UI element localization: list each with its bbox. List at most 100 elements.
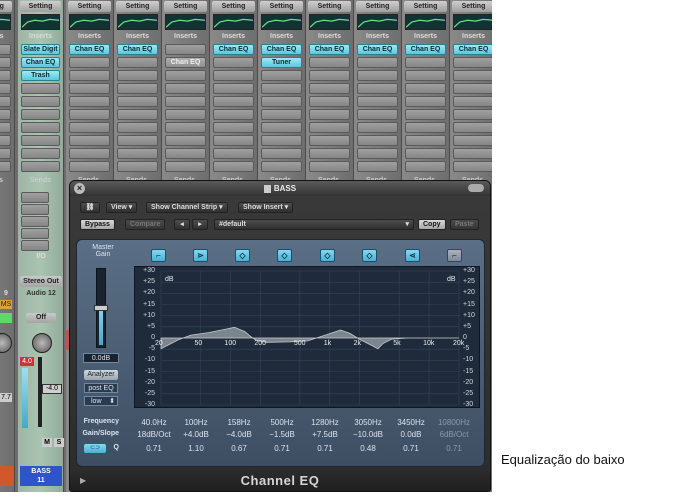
eq-thumbnail[interactable] [165,14,206,30]
insert-slot[interactable]: Trash [21,70,60,81]
insert-slot[interactable] [309,57,350,68]
insert-slot[interactable]: Tuner [261,57,302,68]
band-q[interactable]: 0.67 [219,444,259,453]
setting-button[interactable]: Setting [452,1,492,12]
band-frequency[interactable]: 500Hz [262,418,302,427]
insert-slot[interactable] [261,148,302,159]
insert-slot[interactable] [453,135,492,146]
setting-button[interactable]: Setting [212,1,255,12]
insert-slot[interactable] [405,109,446,120]
insert-slot[interactable] [309,161,350,172]
insert-slot[interactable]: Chan EQ [213,44,254,55]
band-4-toggle-icon[interactable]: ◇ [277,249,292,262]
insert-slot[interactable] [357,70,398,81]
setting-button[interactable]: Setting [356,1,399,12]
insert-slot[interactable] [405,122,446,133]
insert-slot[interactable] [357,122,398,133]
band-8-toggle-icon[interactable]: ⌐ [447,249,462,262]
insert-slot[interactable] [165,135,206,146]
eq-thumbnail[interactable] [453,14,492,30]
insert-slot[interactable] [213,96,254,107]
insert-slot[interactable] [69,83,110,94]
insert-slot[interactable] [0,122,11,133]
insert-slot[interactable] [261,96,302,107]
setting-button[interactable]: Setting [68,1,111,12]
eq-thumbnail[interactable] [261,14,302,30]
insert-slot[interactable] [261,70,302,81]
band-6-toggle-icon[interactable]: ◇ [362,249,377,262]
insert-slot[interactable] [117,96,158,107]
insert-slot[interactable]: Chan EQ [261,44,302,55]
insert-slot[interactable] [405,83,446,94]
band-frequency[interactable]: 158Hz [219,418,259,427]
next-preset-icon[interactable]: ▸ [192,219,208,230]
insert-slot[interactable] [357,96,398,107]
band-gain[interactable]: −1.5dB [262,430,302,439]
insert-slot[interactable] [309,135,350,146]
eq-thumbnail[interactable] [117,14,158,30]
link-icon[interactable]: ⛓ [80,202,100,213]
insert-slot[interactable] [309,148,350,159]
plugin-title-bar[interactable]: × BASS [70,181,490,196]
track-name[interactable]: BASS 11 [20,466,62,486]
insert-slot[interactable]: Chan EQ [453,44,492,55]
send-slot[interactable] [21,192,49,203]
output-selector[interactable]: Stereo Out [20,276,62,287]
insert-slot[interactable] [261,122,302,133]
insert-slot[interactable] [117,161,158,172]
eq-thumbnail[interactable] [357,14,398,30]
band-frequency[interactable]: 10800Hz [434,418,474,427]
band-gain[interactable]: −4.0dB [219,430,259,439]
insert-slot[interactable] [357,148,398,159]
copy-button[interactable]: Copy [418,219,446,230]
insert-slot[interactable]: Chan EQ [21,57,60,68]
automation-mode[interactable]: Off [26,313,56,323]
band-7-toggle-icon[interactable]: ⋖ [405,249,420,262]
insert-slot[interactable] [453,109,492,120]
insert-slot[interactable] [261,83,302,94]
post-eq-button[interactable]: post EQ [84,383,118,393]
insert-slot[interactable] [0,161,11,172]
insert-slot[interactable] [309,83,350,94]
insert-slot[interactable]: Chan EQ [165,57,206,68]
insert-slot[interactable] [69,122,110,133]
insert-slot[interactable] [357,135,398,146]
bypass-button[interactable]: Bypass [80,219,115,230]
insert-slot[interactable] [357,57,398,68]
insert-slot[interactable] [309,109,350,120]
insert-slot[interactable] [69,96,110,107]
zoom-button[interactable] [468,184,484,192]
compare-button[interactable]: Compare [125,219,166,230]
insert-slot[interactable] [0,57,11,68]
insert-slot[interactable] [309,122,350,133]
insert-slot[interactable] [69,109,110,120]
insert-slot[interactable] [21,122,60,133]
insert-slot[interactable] [0,96,11,107]
master-gain-slider[interactable] [94,268,108,348]
insert-slot[interactable] [261,109,302,120]
insert-slot[interactable] [453,148,492,159]
close-icon[interactable]: × [74,183,85,194]
insert-slot[interactable] [213,57,254,68]
show-insert-menu[interactable]: Show Insert ▾ [238,202,294,213]
setting-button[interactable]: Setting [404,1,447,12]
band-frequency[interactable]: 100Hz [176,418,216,427]
link-q-icon[interactable]: ⊂⊃ [84,444,106,453]
insert-slot[interactable] [357,109,398,120]
insert-slot[interactable] [261,161,302,172]
insert-slot[interactable]: Chan EQ [117,44,158,55]
volume-fader[interactable]: -4.0 [42,384,62,394]
insert-slot[interactable] [21,148,60,159]
pan-knob[interactable] [32,333,52,353]
insert-slot[interactable] [453,96,492,107]
insert-slot[interactable] [21,109,60,120]
insert-slot[interactable] [165,44,206,55]
insert-slot[interactable] [213,161,254,172]
band-frequency[interactable]: 3450Hz [391,418,431,427]
insert-slot[interactable] [165,109,206,120]
insert-slot[interactable]: Chan EQ [69,44,110,55]
band-gain[interactable]: 0.0dB [391,430,431,439]
insert-slot[interactable] [213,122,254,133]
insert-slot[interactable]: Chan EQ [357,44,398,55]
insert-slot[interactable] [453,57,492,68]
